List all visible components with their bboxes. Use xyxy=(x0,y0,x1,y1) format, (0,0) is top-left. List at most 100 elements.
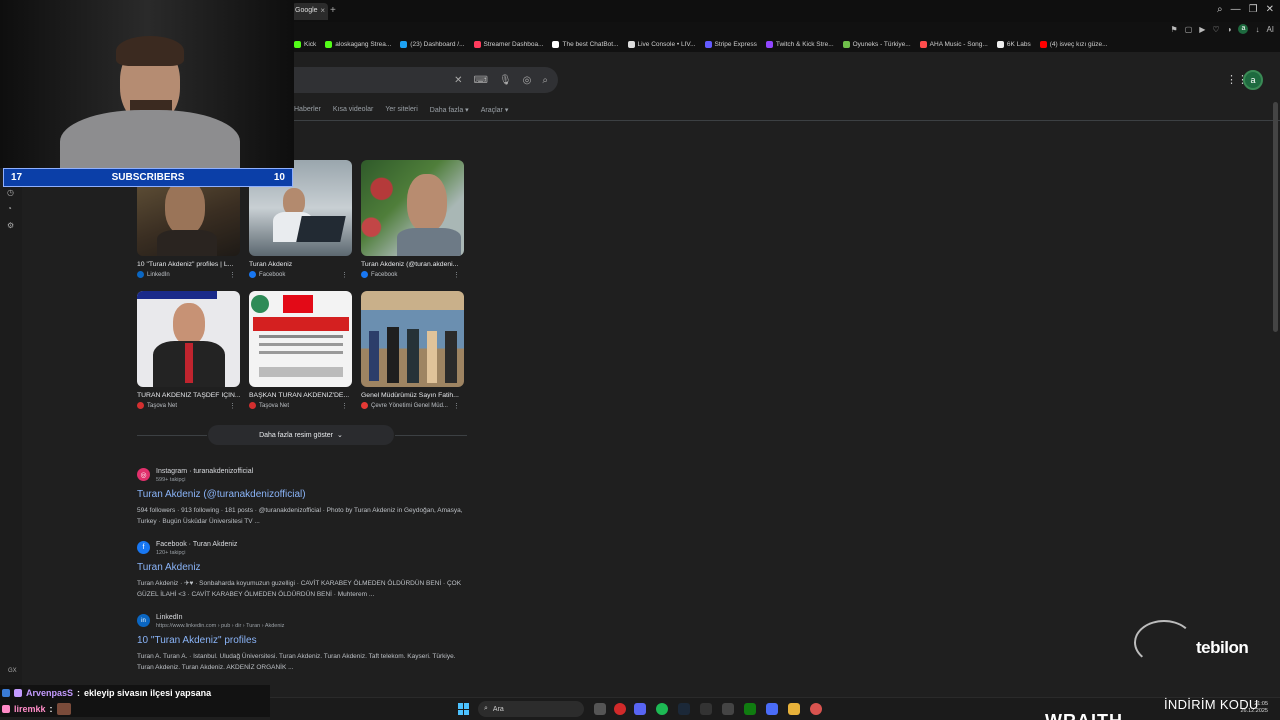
tab-places[interactable]: Yer siteleri xyxy=(385,106,417,114)
image-thumbnail[interactable] xyxy=(361,291,464,387)
image-title[interactable]: TURAN AKDENİZ TAŞDEF İÇİN... xyxy=(137,392,240,399)
cevre-yonetimi-icon xyxy=(361,402,368,409)
messenger-icon[interactable]: ◔ xyxy=(7,204,12,213)
bookmark-item[interactable]: (23) Dashboard /... xyxy=(400,40,465,48)
result-site[interactable]: Instagram · turanakdenizofficial xyxy=(156,468,253,475)
clear-search-icon[interactable]: ✕ xyxy=(454,75,462,86)
image-title[interactable]: Genel Müdürümüz Sayın Fatih... xyxy=(361,392,464,399)
xbox-icon[interactable] xyxy=(744,703,756,715)
bookmark-item[interactable]: aloskagang Strea... xyxy=(325,40,391,48)
bookmark-flag-icon[interactable]: ⚑ xyxy=(1171,25,1178,34)
tab-view-icon[interactable]: ▢ xyxy=(1185,25,1193,34)
windows-start-icon[interactable] xyxy=(458,703,470,715)
tab-title: Google xyxy=(295,7,318,14)
image-thumbnail[interactable] xyxy=(361,160,464,256)
opera-gx-icon[interactable] xyxy=(614,703,626,715)
ai-button[interactable]: AI xyxy=(1266,25,1274,34)
more-options-icon[interactable]: ⋮ xyxy=(229,402,236,410)
keyboard-icon[interactable]: ⌨ xyxy=(474,75,488,86)
task-view-icon[interactable] xyxy=(594,703,606,715)
result-title-link[interactable]: Turan Akdeniz xyxy=(137,562,467,573)
bookmark-item[interactable]: Live Console • LIV... xyxy=(627,40,696,48)
bookmark-item[interactable]: Oyuneks - Türkiye... xyxy=(842,40,911,48)
settings-icon[interactable]: ⚙ xyxy=(7,221,14,230)
chat-username: ArvenpasS xyxy=(26,688,74,698)
search-tabs-icon[interactable]: ⌕ xyxy=(1217,4,1223,15)
result-site[interactable]: Facebook · Turan Akdeniz xyxy=(156,541,237,548)
chat-overlay: ArvenpasS : ekleyip sivasın ilçesi yapsa… xyxy=(0,685,270,719)
result-sub: 120+ takipçi xyxy=(156,550,186,556)
history-icon[interactable]: ◷ xyxy=(7,188,14,197)
image-title[interactable]: 10 "Turan Akdeniz" profiles | L... xyxy=(137,261,240,268)
more-options-icon[interactable]: ⋮ xyxy=(453,402,460,410)
account-avatar[interactable]: a xyxy=(1243,70,1263,90)
result-title-link[interactable]: 10 "Turan Akdeniz" profiles xyxy=(137,635,467,646)
search-icon[interactable]: ⌕ xyxy=(542,75,548,86)
play-icon[interactable]: ▶ xyxy=(1199,25,1205,34)
minimize-button[interactable]: — xyxy=(1231,4,1241,15)
result-site[interactable]: LinkedIn xyxy=(156,614,284,621)
image-card[interactable]: Turan Akdeniz (@turan.akdeni... Facebook… xyxy=(361,160,464,279)
tab-short-videos[interactable]: Kısa videolar xyxy=(333,106,373,114)
scrollbar[interactable] xyxy=(1273,102,1278,332)
chat-separator: : xyxy=(49,704,53,714)
tab-more[interactable]: Daha fazla ▾ xyxy=(430,106,469,114)
image-card[interactable]: TURAN AKDENİZ TAŞDEF İÇİN... Taşova Net ⋮ xyxy=(137,291,240,410)
close-window-button[interactable]: ✕ xyxy=(1266,4,1274,15)
epic-games-icon[interactable] xyxy=(700,703,712,715)
image-thumbnail[interactable] xyxy=(249,291,352,387)
bookmark-item[interactable]: 6K Labs xyxy=(996,40,1031,48)
badge-icon xyxy=(2,705,10,713)
more-images-button[interactable]: Daha fazla resim göster ⌄ xyxy=(208,425,394,445)
more-options-icon[interactable]: ⋮ xyxy=(341,271,348,279)
facebook-icon xyxy=(249,271,256,278)
result-snippet: 594 followers · 913 following · 181 post… xyxy=(137,507,463,525)
voice-search-icon[interactable]: 🎙 xyxy=(499,75,512,86)
windows-taskbar: ⌕ Ara 21:05 26.12.2025 xyxy=(270,697,1280,720)
bookmark-item[interactable]: (4) isveç kızı güze... xyxy=(1039,40,1108,48)
youtube-icon xyxy=(1039,40,1047,48)
result-url[interactable]: https://www.linkedin.com › pub › dir › T… xyxy=(156,623,284,629)
new-tab-button[interactable]: + xyxy=(330,5,336,16)
more-options-icon[interactable]: ⋮ xyxy=(341,402,348,410)
tab-tools[interactable]: Araçlar ▾ xyxy=(481,106,509,114)
sponsor-brand: tebilon xyxy=(1196,638,1249,657)
bookmark-item[interactable]: Streamer Dashboa... xyxy=(473,40,543,48)
download-icon[interactable]: ↓ xyxy=(1255,25,1259,34)
twitch-icon xyxy=(765,40,773,48)
more-options-icon[interactable]: ⋮ xyxy=(229,271,236,279)
bookmark-item[interactable]: Kick xyxy=(294,40,316,48)
steam-icon[interactable] xyxy=(678,703,690,715)
bookmark-item[interactable]: AHA Music - Song... xyxy=(919,40,988,48)
profile-avatar[interactable]: a xyxy=(1238,24,1249,34)
close-tab-icon[interactable]: × xyxy=(320,6,325,15)
lens-search-icon[interactable]: ◎ xyxy=(523,75,532,86)
kick-icon xyxy=(294,40,301,48)
image-source: Taşova Net xyxy=(259,402,290,409)
bookmark-item[interactable]: Stripe Express xyxy=(704,40,757,48)
app-icon[interactable] xyxy=(766,703,778,715)
image-title[interactable]: Turan Akdeniz xyxy=(249,261,352,268)
image-title[interactable]: BAŞKAN TURAN AKDENİZ'DE... xyxy=(249,392,352,399)
image-card[interactable]: Genel Müdürümüz Sayın Fatih... Çevre Yön… xyxy=(361,291,464,410)
theme-icon[interactable]: ◑ xyxy=(1227,25,1232,34)
search-result: f Facebook · Turan Akdeniz 120+ takipçi … xyxy=(137,541,467,600)
taskbar-search[interactable]: ⌕ Ara xyxy=(478,701,584,717)
discord-icon[interactable] xyxy=(634,703,646,715)
result-snippet: Turan A. Turan A. · Istanbul. Uludağ Üni… xyxy=(137,653,456,671)
tab-news[interactable]: Haberler xyxy=(294,106,321,114)
result-title-link[interactable]: Turan Akdeniz (@turanakdenizofficial) xyxy=(137,489,467,500)
heart-icon[interactable]: ♡ xyxy=(1212,25,1219,34)
app-icon[interactable] xyxy=(722,703,734,715)
bookmark-item[interactable]: The best ChatBot... xyxy=(552,40,619,48)
file-explorer-icon[interactable] xyxy=(788,703,800,715)
app-icon[interactable] xyxy=(810,703,822,715)
image-thumbnail[interactable] xyxy=(137,291,240,387)
spotify-icon[interactable] xyxy=(656,703,668,715)
browser-tab[interactable]: Google × xyxy=(292,3,328,20)
maximize-button[interactable]: ❐ xyxy=(1249,4,1258,15)
image-card[interactable]: BAŞKAN TURAN AKDENİZ'DE... Taşova Net ⋮ xyxy=(249,291,352,410)
more-options-icon[interactable]: ⋮ xyxy=(453,271,460,279)
image-title[interactable]: Turan Akdeniz (@turan.akdeni... xyxy=(361,261,464,268)
bookmark-item[interactable]: Twitch & Kick Stre... xyxy=(765,40,834,48)
